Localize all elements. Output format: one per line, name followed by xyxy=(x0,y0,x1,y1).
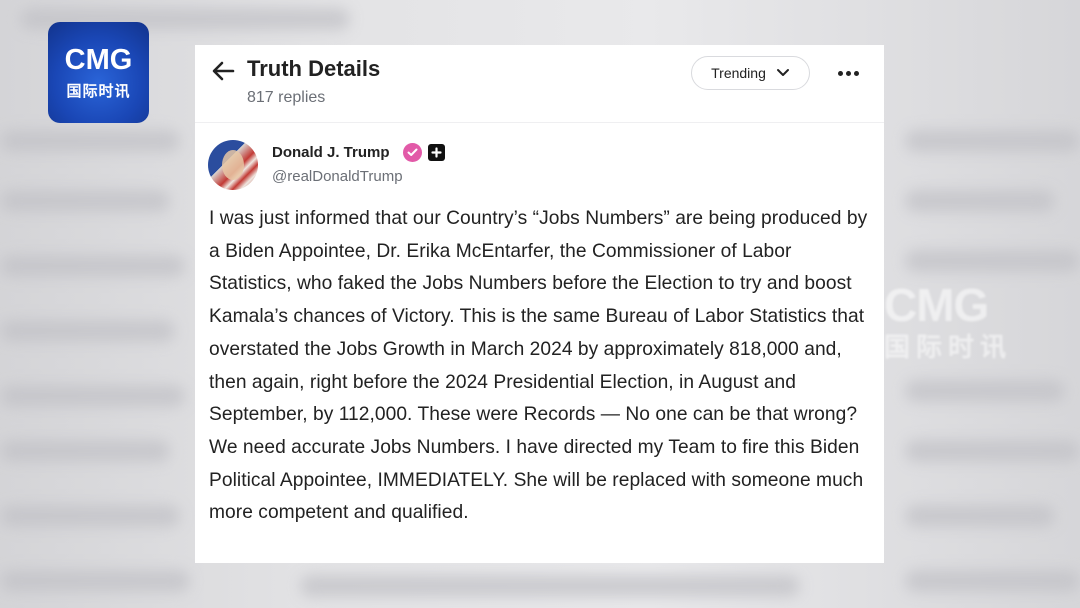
logo-text: CMG xyxy=(64,44,133,76)
plus-badge-icon xyxy=(428,144,445,161)
verified-badge-icon xyxy=(403,143,422,162)
avatar-face xyxy=(222,150,244,180)
header-divider xyxy=(195,122,884,123)
background-watermark: CMG 国际时讯 xyxy=(884,279,1013,362)
logo-subtext: 国际时讯 xyxy=(66,83,131,100)
avatar[interactable] xyxy=(208,140,258,190)
author-handle[interactable]: @realDonaldTrump xyxy=(272,168,403,185)
more-options-button[interactable] xyxy=(833,61,863,85)
ellipsis-dot xyxy=(845,70,851,76)
ellipsis-dot xyxy=(853,70,859,76)
reply-count: 817 replies xyxy=(247,89,326,106)
page-header: Truth Details 817 replies Trending xyxy=(195,45,884,121)
cmg-logo: CMG 国际时讯 xyxy=(48,22,149,123)
ellipsis-dot xyxy=(837,70,843,76)
sort-label: Trending xyxy=(711,65,766,81)
author-name[interactable]: Donald J. Trump xyxy=(272,144,390,161)
page-title: Truth Details xyxy=(247,56,381,81)
back-button[interactable] xyxy=(209,59,237,83)
sort-dropdown[interactable]: Trending xyxy=(691,56,810,90)
post-details-card: Truth Details 817 replies Trending Donal… xyxy=(195,45,884,563)
arrow-left-icon xyxy=(212,61,235,81)
post-body: I was just informed that our Country’s “… xyxy=(209,208,868,524)
chevron-down-icon xyxy=(776,69,789,76)
